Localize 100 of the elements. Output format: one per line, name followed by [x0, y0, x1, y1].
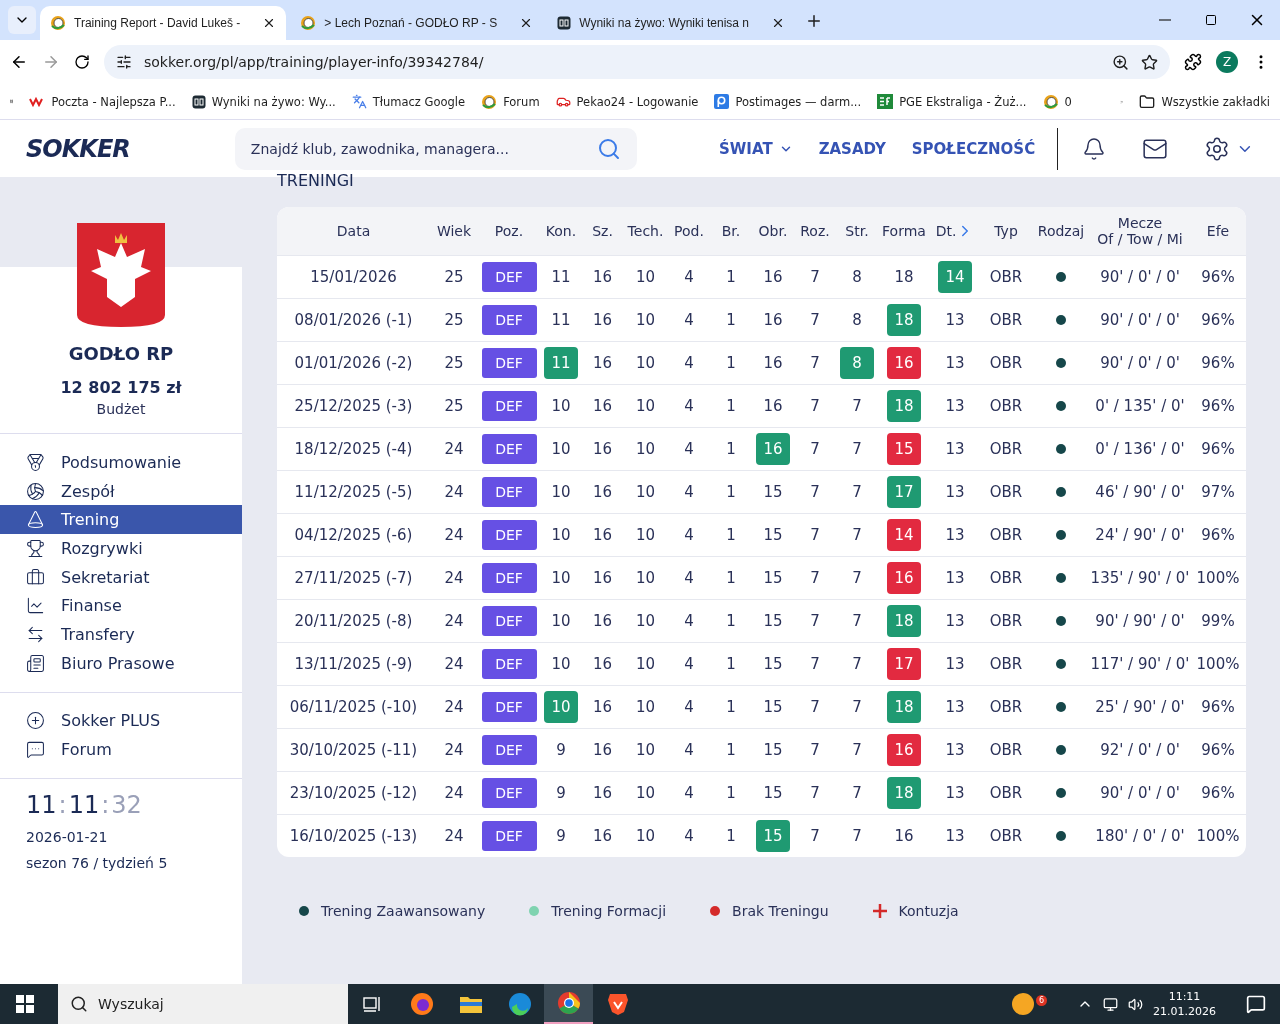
sidebar-item[interactable]: Rozgrywki: [0, 534, 242, 563]
position-badge: DEF: [481, 821, 537, 851]
column-header: Poz.: [494, 223, 524, 239]
skill-value: 7: [809, 783, 821, 804]
skill-value: 13: [944, 568, 966, 589]
table-cell-text: 01/01/2026 (-2): [293, 354, 414, 372]
taskbar-app[interactable]: [544, 984, 593, 1024]
skill-value: 7: [809, 568, 821, 589]
site-settings-icon[interactable]: [116, 54, 132, 70]
bookmark-link[interactable]: Postimages — darm...: [735, 94, 862, 109]
extensions-icon[interactable]: [1184, 53, 1202, 71]
table-cell-text: 23/10/2025 (-12): [288, 784, 419, 802]
bookmark-link[interactable]: Pekao24 - Logowanie: [576, 94, 699, 109]
table-cell-text: 97%: [1200, 483, 1236, 501]
table-cell-text: 96%: [1200, 526, 1236, 544]
sidebar-item[interactable]: Trening: [0, 505, 242, 535]
tab-list-button[interactable]: [8, 6, 36, 34]
task-view-icon[interactable]: [362, 995, 383, 1013]
browser-fox-icon[interactable]: [409, 992, 434, 1016]
plus-circle-icon: [26, 711, 45, 731]
sidebar-item[interactable]: Biuro Prasowe: [0, 648, 242, 678]
windows-start-icon[interactable]: [16, 995, 34, 1013]
skill-value: 18: [887, 390, 921, 422]
bookmark-link[interactable]: Forum: [503, 94, 540, 109]
lion-shield-icon[interactable]: [606, 992, 629, 1016]
table-cell-text: 90' / 0' / 0': [1099, 311, 1181, 329]
skill-value: 10: [634, 654, 657, 675]
skill-value: 8: [840, 347, 874, 379]
volume-icon[interactable]: [1128, 996, 1143, 1012]
skill-value: 15: [887, 433, 921, 465]
taskbar-date: 21.01.2026: [1153, 1004, 1216, 1019]
forward-icon[interactable]: [42, 53, 60, 71]
bell-icon[interactable]: [1082, 136, 1107, 161]
sidebar-item[interactable]: Podsumowanie: [0, 448, 242, 477]
browser-tab[interactable]: Wyniki na żywo: Wyniki tenisa n: [547, 6, 795, 40]
sidebar-item[interactable]: Transfery: [0, 620, 242, 649]
bookmark-star-icon[interactable]: [1141, 53, 1158, 71]
search-icon[interactable]: [597, 136, 621, 161]
column-subheader: Of / Tow / Mi: [1097, 231, 1183, 247]
close-icon[interactable]: [771, 16, 785, 30]
nav-link[interactable]: ZASADY: [818, 139, 886, 158]
column-header: Typ: [994, 223, 1018, 239]
browser-tab[interactable]: Training Report - David Lukeš -: [40, 6, 287, 40]
table-cell-text: 24: [443, 569, 465, 587]
settings-icon[interactable]: [1204, 135, 1231, 162]
table-cell-text: OBR: [988, 311, 1024, 329]
zoom-icon[interactable]: [1112, 53, 1129, 71]
monitor-icon[interactable]: [1103, 996, 1118, 1012]
skill-value: 4: [683, 611, 695, 632]
profile-avatar[interactable]: Z: [1216, 51, 1238, 73]
skill-value: 16: [762, 353, 784, 374]
skill-value: 7: [851, 482, 863, 503]
position-badge: DEF: [481, 391, 537, 421]
new-tab-icon[interactable]: [805, 12, 823, 30]
reload-icon[interactable]: [74, 54, 90, 70]
table-cell-text: 27/11/2025 (-7): [293, 569, 414, 587]
table-cell-text: 08/01/2026 (-1): [293, 311, 414, 329]
bookmark-link[interactable]: Tłumacz Google: [372, 94, 466, 109]
sidebar-item[interactable]: Sekretariat: [0, 562, 242, 592]
table-cell-text: OBR: [988, 612, 1024, 630]
sidebar-item[interactable]: Zespół: [0, 476, 242, 506]
table-cell: 117' / 90' / 0': [1090, 655, 1190, 673]
sidebar-item[interactable]: Finanse: [0, 591, 242, 621]
search-field[interactable]: Znajdź klub, zawodnika, managera...: [234, 127, 637, 170]
notifications-icon[interactable]: [1246, 994, 1266, 1014]
taskbar-search-field[interactable]: Wyszukaj: [58, 984, 348, 1024]
skill-value: 17: [887, 648, 921, 680]
table-cell-text: 96%: [1200, 397, 1236, 415]
logo[interactable]: SOKKER: [26, 134, 235, 163]
back-icon[interactable]: [10, 53, 28, 71]
skill-value: 1: [725, 396, 737, 417]
folder-icon[interactable]: [458, 994, 483, 1014]
skill-value: 7: [851, 396, 863, 417]
address-bar[interactable]: sokker.org/pl/app/training/player-info/39342784/: [104, 45, 1170, 79]
table-cell-text: 24: [443, 612, 465, 630]
chrome-browser-icon[interactable]: [556, 991, 581, 1015]
scoreboard-icon: [557, 16, 572, 30]
edge-browser-icon[interactable]: [507, 992, 532, 1016]
skill-value: 13: [944, 439, 966, 460]
skill-value: 9: [555, 826, 567, 847]
position-badge: DEF: [481, 563, 537, 593]
bookmark-link[interactable]: PGE Ekstraliga - Żuż...: [899, 94, 1027, 109]
skill-value: 18: [893, 267, 915, 288]
skill-value: 15: [762, 740, 784, 761]
clock-part: 11: [68, 790, 100, 819]
sidebar-item[interactable]: Forum: [0, 735, 242, 764]
notification-app-icon[interactable]: [1012, 993, 1034, 1015]
chat-icon: [26, 740, 45, 760]
table-cell-text: 16/10/2025 (-13): [288, 827, 419, 845]
nav-link[interactable]: ŚWIAT: [719, 139, 793, 158]
bookmark-link[interactable]: 0: [1064, 94, 1072, 109]
sidebar-item[interactable]: Sokker PLUS: [0, 706, 242, 736]
skill-value: 16: [591, 697, 614, 718]
nav-link[interactable]: SPOŁECZNOŚĆ: [911, 139, 1036, 158]
skill-value: 4: [683, 826, 695, 847]
bookmark-link[interactable]: Wszystkie zakładki: [1161, 94, 1270, 109]
bookmark-link[interactable]: Wyniki na żywo: Wy...: [211, 94, 336, 109]
browser-tab[interactable]: > Lech Poznań - GODŁO RP - S: [290, 6, 544, 40]
bookmark-link[interactable]: Poczta - Najlepsza P...: [51, 94, 176, 109]
restore-icon: [1205, 14, 1217, 26]
